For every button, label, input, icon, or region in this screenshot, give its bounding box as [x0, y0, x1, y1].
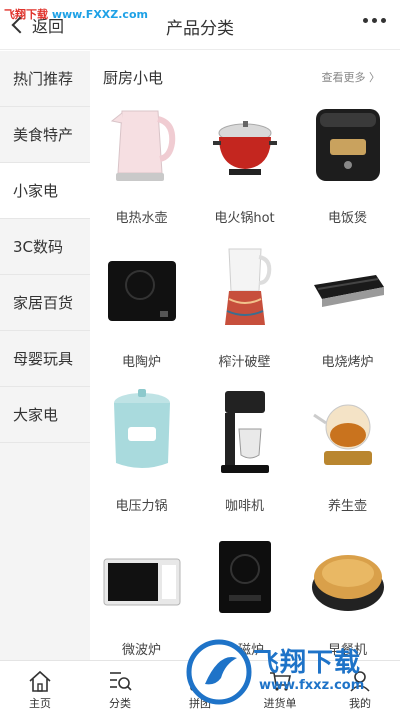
product-label: 电火锅hot: [214, 211, 275, 226]
watermark-bottom: 飞翔下载 www.fxxz.com: [185, 632, 400, 712]
tab-home[interactable]: 主页: [0, 661, 80, 712]
health-pot-icon: [312, 404, 372, 465]
sidebar-item-3c-digital[interactable]: 3C数码: [0, 219, 90, 275]
home-icon: [29, 670, 51, 692]
tab-category[interactable]: 分类: [80, 661, 160, 712]
induction-cooker-icon: [218, 541, 271, 613]
kettle-icon: [110, 110, 175, 181]
pressure-cooker-icon: [113, 389, 170, 468]
sidebar-item-hot[interactable]: 热门推荐: [0, 51, 90, 107]
sidebar-item-food[interactable]: 美食特产: [0, 107, 90, 163]
product-label: 榨汁破壁: [218, 355, 271, 370]
tab-label: 主页: [29, 697, 51, 710]
dot: [381, 18, 386, 23]
microwave-icon: [103, 558, 180, 606]
breakfast-machine-icon: [311, 555, 384, 611]
category-sidebar: 热门推荐 美食特产 小家电 3C数码 家居百货 母婴玩具 大家电: [0, 51, 90, 660]
product-label: 电饭煲: [327, 211, 367, 226]
watermark-bottom-url: www.fxxz.com: [259, 678, 365, 693]
section-title: 厨房小电: [103, 69, 164, 87]
dot: [363, 18, 368, 23]
product-label: 微波炉: [121, 643, 161, 658]
hotpot-icon: [212, 121, 277, 175]
product-label: 养生壶: [327, 499, 367, 514]
watermark-bottom-text: 飞翔下载: [253, 648, 362, 678]
product-item[interactable]: 电火锅hot: [193, 91, 296, 235]
product-item[interactable]: 微波炉: [90, 523, 193, 667]
more-options-button[interactable]: [363, 18, 386, 23]
watermark-logo-icon: [186, 639, 252, 705]
sidebar-item-home-goods[interactable]: 家居百货: [0, 275, 90, 331]
sidebar-item-large-appliances[interactable]: 大家电: [0, 387, 90, 443]
sidebar-item-small-appliances[interactable]: 小家电: [0, 163, 90, 219]
ceramic-stove-icon: [107, 261, 176, 321]
rice-cooker-icon: [315, 109, 380, 181]
blender-icon: [224, 248, 271, 325]
product-item[interactable]: 电压力锅: [90, 379, 193, 523]
grill-icon: [313, 275, 384, 307]
product-item[interactable]: 榨汁破壁: [193, 235, 296, 379]
coffee-machine-icon: [220, 391, 269, 473]
product-item[interactable]: 电陶炉: [90, 235, 193, 379]
view-more-link[interactable]: 查看更多 〉: [322, 69, 381, 85]
category-icon: [110, 672, 132, 691]
product-label: 咖啡机: [224, 499, 264, 514]
product-item[interactable]: 电热水壶: [90, 91, 193, 235]
product-item[interactable]: 咖啡机: [193, 379, 296, 523]
product-item[interactable]: 电饭煲: [296, 91, 399, 235]
product-label: 电压力锅: [115, 499, 168, 514]
product-label: 电热水壶: [115, 211, 168, 226]
product-label: 电陶炉: [121, 355, 161, 370]
sidebar-item-baby-toys[interactable]: 母婴玩具: [0, 331, 90, 387]
product-label: 电烧烤炉: [321, 355, 374, 370]
top-nav-bar: 飞翔下载 www.FXXZ.com 返回 产品分类: [0, 0, 400, 50]
product-item[interactable]: 养生壶: [296, 379, 399, 523]
category-content: 厨房小电 查看更多 〉 电热水壶 电火锅hot 电饭煲 电陶炉 榨汁破壁 电烧烤…: [90, 51, 400, 660]
tab-label: 分类: [109, 697, 131, 710]
product-grid: 电热水壶 电火锅hot 电饭煲 电陶炉 榨汁破壁 电烧烤炉 电压力锅 咖啡机 养…: [90, 91, 400, 667]
product-item[interactable]: 电烧烤炉: [296, 235, 399, 379]
page-title: 产品分类: [166, 19, 234, 39]
dot: [372, 18, 377, 23]
